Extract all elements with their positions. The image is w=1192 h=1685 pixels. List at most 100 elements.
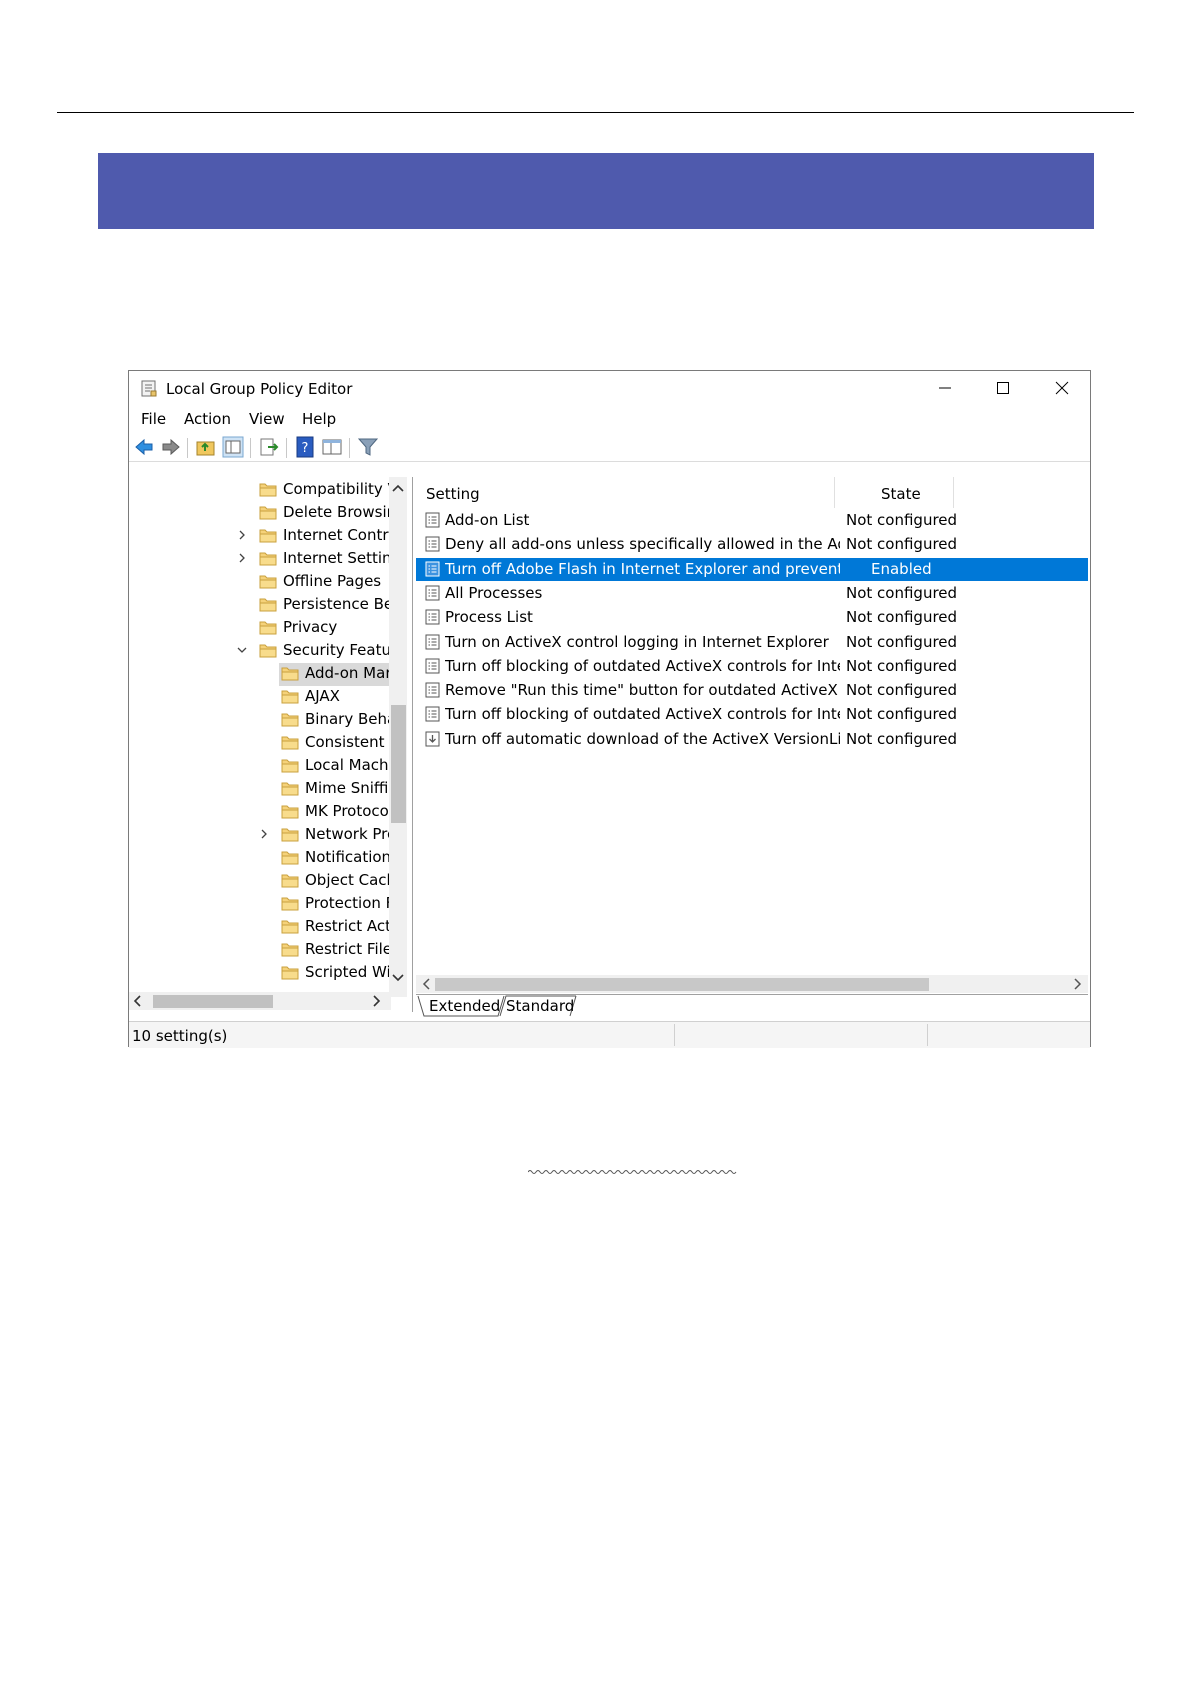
menu-help[interactable]: Help [302, 410, 336, 428]
tree-item[interactable]: Delete Browsing [129, 502, 406, 525]
policy-row[interactable]: Deny all add-ons unless specifically all… [416, 533, 1088, 556]
column-divider[interactable] [953, 477, 954, 508]
tree-item[interactable]: Security Feature [129, 640, 406, 663]
folder-icon [259, 598, 277, 612]
tree-item-label: Add-on Mar [305, 664, 392, 682]
tree-item[interactable]: Persistence Beh [129, 594, 403, 617]
window-title: Local Group Policy Editor [166, 380, 353, 398]
folder-icon [259, 575, 277, 589]
status-text: 10 setting(s) [132, 1027, 228, 1045]
folder-icon [281, 851, 299, 865]
tree-item-label: AJAX [305, 687, 340, 705]
maximize-button[interactable] [974, 371, 1032, 403]
tree-item[interactable]: Offline Pages [129, 571, 389, 594]
list-scroll-thumb[interactable] [435, 978, 929, 991]
menu-action[interactable]: Action [184, 410, 231, 428]
status-divider [927, 1024, 928, 1046]
list-header: Setting State [416, 477, 1088, 508]
policy-name: Deny all add-ons unless specifically all… [445, 535, 840, 554]
tab-standard[interactable]: Standard [506, 997, 574, 1015]
tree-item[interactable]: Restrict File [129, 939, 392, 962]
tree-item[interactable]: Scripted Wir [129, 962, 397, 985]
policy-row[interactable]: Process List Not configured [416, 606, 1088, 629]
menu-file[interactable]: File [141, 410, 166, 428]
tree-item[interactable]: Protection F [129, 893, 394, 916]
help-icon[interactable]: ? [294, 436, 316, 458]
tree-scroll-thumb[interactable] [391, 705, 406, 823]
tree-item-label: Privacy [283, 618, 338, 636]
close-button[interactable] [1032, 371, 1090, 403]
policy-row[interactable]: Turn off automatic download of the Activ… [416, 728, 1088, 751]
back-arrow-icon[interactable] [133, 436, 155, 458]
scroll-up-icon[interactable] [389, 479, 407, 497]
show-hide-tree-icon[interactable] [222, 436, 244, 458]
tree-item[interactable]: Binary Beha [129, 709, 396, 732]
toolbar-separator [250, 438, 251, 458]
policy-icon [425, 561, 440, 577]
policy-icon [425, 536, 440, 552]
folder-icon [281, 897, 299, 911]
policy-state: Not configured [846, 681, 958, 700]
page-top-rule [57, 112, 1134, 113]
policy-row[interactable]: Turn off blocking of outdated ActiveX co… [416, 655, 1088, 678]
scroll-left-icon[interactable] [129, 992, 147, 1010]
policy-row[interactable]: Turn off Adobe Flash in Internet Explore… [416, 557, 1088, 581]
settings-list[interactable]: Setting State Add-on List Not configured D… [416, 477, 1088, 967]
tree-item[interactable]: Network Prc [129, 824, 395, 847]
tree-item[interactable]: Object Cach [129, 870, 396, 893]
scroll-down-icon[interactable] [389, 969, 407, 987]
column-divider[interactable] [834, 477, 835, 508]
forward-arrow-icon[interactable] [160, 436, 182, 458]
scroll-right-icon[interactable] [1068, 975, 1086, 993]
tree-item[interactable]: Consistent N [129, 732, 400, 755]
tree-item[interactable]: Internet Setting [129, 548, 401, 571]
scroll-left-icon[interactable] [418, 975, 436, 993]
policy-name: All Processes [445, 583, 543, 602]
tree-item[interactable]: Compatibility V [129, 479, 398, 502]
policy-row[interactable]: Turn on ActiveX control logging in Inter… [416, 631, 1088, 654]
tree-item-label: Compatibility V [283, 480, 398, 498]
chevron-down-icon[interactable] [237, 645, 247, 655]
tree-item[interactable]: Restrict Acti [129, 916, 395, 939]
column-setting[interactable]: Setting [426, 485, 480, 503]
chevron-right-icon[interactable] [237, 530, 247, 540]
chevron-right-icon[interactable] [237, 553, 247, 563]
toolbar-separator [286, 438, 287, 458]
tree-item[interactable]: Privacy [129, 617, 389, 640]
properties-view-icon[interactable] [321, 436, 343, 458]
tree-item[interactable]: Add-on Mar [279, 663, 392, 686]
status-divider [674, 1024, 675, 1046]
export-list-icon[interactable] [258, 436, 280, 458]
filter-icon[interactable] [357, 436, 379, 458]
maximize-icon [997, 382, 1009, 394]
folder-icon [281, 667, 299, 681]
policy-name: Turn on ActiveX control logging in Inter… [445, 632, 829, 651]
policy-state: Not configured [846, 583, 958, 602]
tree-item[interactable]: Notification [129, 847, 391, 870]
policy-row[interactable]: Add-on List Not configured [416, 509, 1088, 532]
tree-hscroll-thumb[interactable] [153, 995, 273, 1008]
menu-view[interactable]: View [249, 410, 285, 428]
folder-icon [259, 644, 277, 658]
scroll-right-icon[interactable] [367, 992, 385, 1010]
up-folder-icon[interactable] [195, 436, 217, 458]
tree-item[interactable]: AJAX [129, 686, 389, 709]
tree-pane[interactable]: Compatibility V Delete Browsing Internet C… [129, 477, 413, 1012]
chevron-right-icon[interactable] [259, 829, 269, 839]
status-bar: 10 setting(s) [129, 1021, 1090, 1048]
tree-item[interactable]: MK Protoco [129, 801, 389, 824]
policy-row[interactable]: All Processes Not configured [416, 582, 1088, 605]
tree-item[interactable]: Mime Sniffi [129, 778, 389, 801]
policy-row[interactable]: Remove "Run this time" button for outdat… [416, 679, 1088, 702]
header-banner [98, 153, 1094, 229]
policy-icon [425, 512, 440, 528]
tree-item[interactable]: Internet Contro [129, 525, 397, 548]
tree-item-label: Scripted Wir [305, 963, 397, 981]
minimize-button[interactable] [916, 371, 974, 403]
tree-item[interactable]: Local Machi [129, 755, 393, 778]
tab-extended[interactable]: Extended [429, 997, 500, 1015]
title-bar[interactable]: Local Group Policy Editor [129, 371, 1090, 403]
column-state[interactable]: State [881, 485, 921, 503]
policy-row[interactable]: Turn off blocking of outdated ActiveX co… [416, 703, 1088, 726]
tree-item-label: Internet Contro [283, 526, 398, 544]
